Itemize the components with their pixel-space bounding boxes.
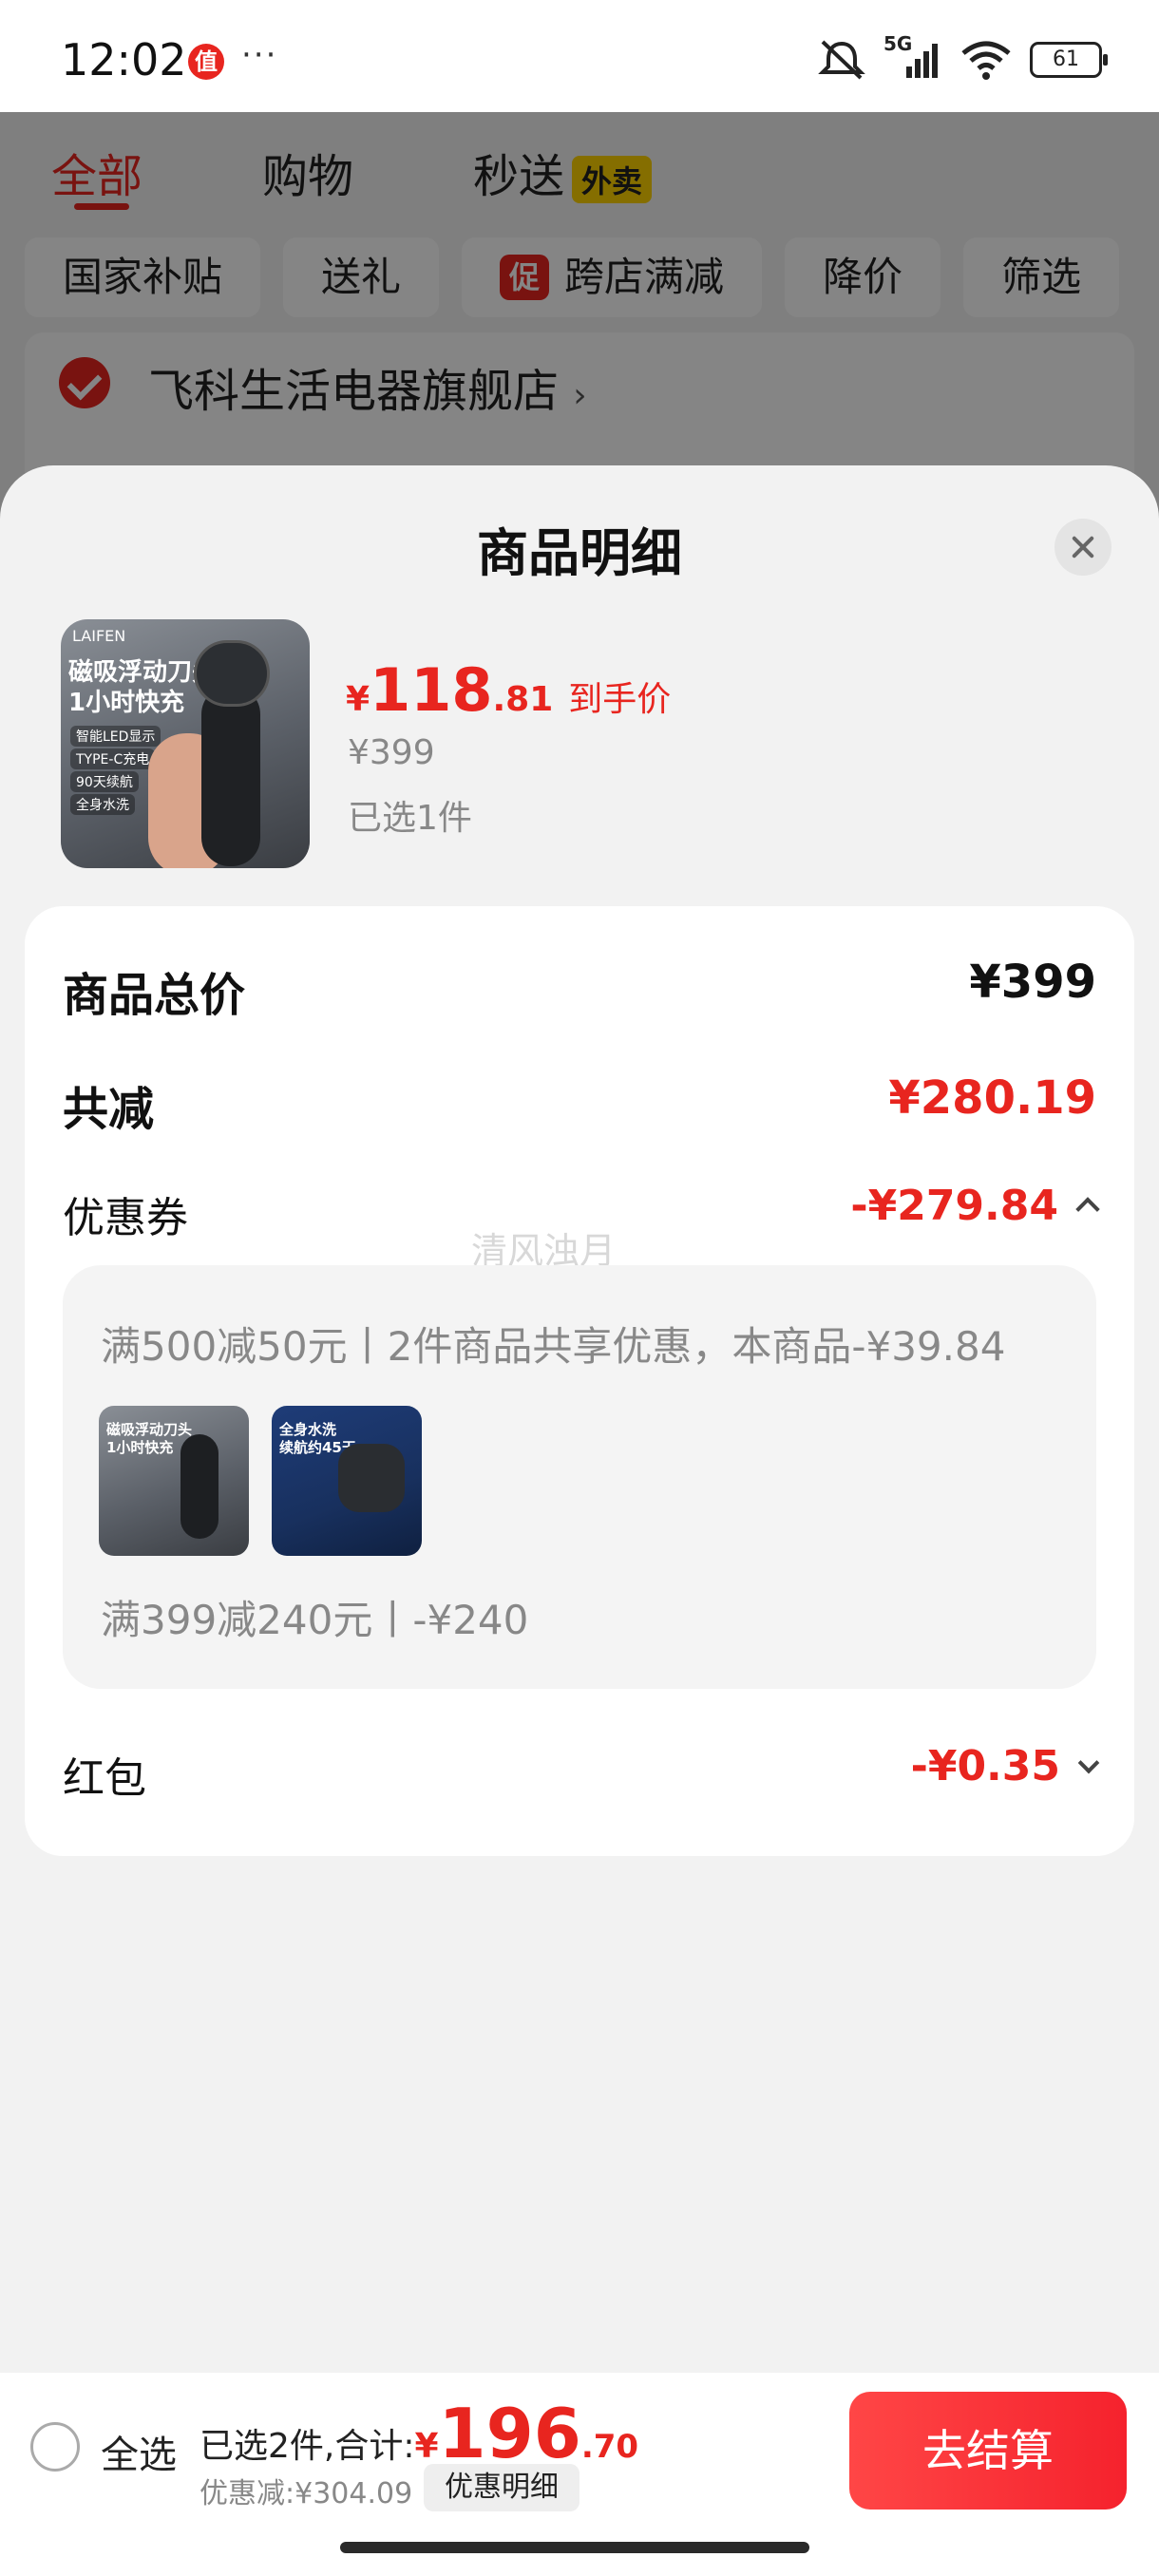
- order-total-prefix: 已选2件,合计:: [200, 2427, 415, 2466]
- product-brand: LAIFEN: [72, 627, 126, 645]
- red-packet-label: 红包: [63, 1754, 146, 1803]
- shaver-graphic: [180, 1434, 218, 1539]
- product-feature: 90天续航: [70, 771, 139, 792]
- product-detail-sheet: 商品明细 LAIFEN 磁吸浮动刀头 1小时快充 智能LED显示 TYPE-C充…: [0, 465, 1159, 2365]
- home-indicator[interactable]: [340, 2542, 809, 2553]
- mini-thumb-text: 磁吸浮动刀头 1小时快充: [106, 1421, 193, 1456]
- sheet-title: 商品明细: [477, 523, 682, 583]
- original-price: ¥399: [348, 733, 435, 772]
- signal-icon: 5G: [884, 32, 942, 82]
- product-feature: 全身水洗: [70, 794, 135, 815]
- price-integer: 118: [370, 655, 493, 725]
- product-feature: TYPE-C充电: [70, 748, 156, 769]
- chevron-down-icon: [1077, 1752, 1100, 1774]
- coupon-details: 满500减50元丨2件商品共享优惠，本商品-¥39.84 磁吸浮动刀头 1小时快…: [63, 1265, 1096, 1689]
- shaver-graphic: [338, 1444, 405, 1512]
- order-total-decimal: .70: [580, 2428, 639, 2466]
- mute-icon: [818, 40, 865, 80]
- red-packet-toggle[interactable]: -¥0.35: [910, 1742, 1100, 1790]
- order-total: 已选2件,合计:¥196.70: [200, 2394, 638, 2473]
- app-notification-icon: 值: [188, 44, 224, 80]
- coupon-product-thumb[interactable]: 全身水洗 续航约45天: [272, 1406, 422, 1556]
- total-price-label: 商品总价: [63, 969, 246, 1022]
- coupon-rule-1: 满500减50元丨2件商品共享优惠，本商品-¥39.84: [101, 1323, 1006, 1370]
- coupon-product-thumb[interactable]: 磁吸浮动刀头 1小时快充: [99, 1406, 249, 1556]
- final-price: ¥118.81 到手价: [346, 655, 671, 725]
- total-price-value: ¥399: [969, 956, 1096, 1009]
- wifi-icon: [961, 41, 1011, 80]
- product-feature: 智能LED显示: [70, 726, 162, 747]
- discount-detail-button[interactable]: 优惠明细: [424, 2464, 580, 2511]
- select-all-checkbox[interactable]: [30, 2422, 80, 2472]
- select-all-label[interactable]: 全选: [101, 2424, 177, 2479]
- price-tag: 到手价: [568, 680, 672, 719]
- status-time: 12:02: [61, 34, 187, 85]
- more-notifications-icon: ···: [241, 36, 278, 74]
- red-packet-value: -¥0.35: [910, 1742, 1060, 1790]
- close-button[interactable]: [1054, 519, 1112, 576]
- checkout-button[interactable]: 去结算: [849, 2392, 1127, 2510]
- price-decimal: .81: [492, 680, 554, 719]
- coupon-label: 优惠券: [63, 1194, 188, 1242]
- coupon-toggle[interactable]: -¥279.84: [850, 1182, 1100, 1230]
- shaver-head-graphic: [194, 640, 270, 707]
- total-discount-value: ¥280.19: [888, 1071, 1096, 1125]
- status-icons: 5G 61: [817, 32, 1108, 84]
- coupon-rule-2: 满399减240元丨-¥240: [101, 1597, 529, 1643]
- discount-summary: 优惠减:¥304.09: [200, 2477, 413, 2510]
- order-total-symbol: ¥: [414, 2427, 439, 2466]
- product-image[interactable]: LAIFEN 磁吸浮动刀头 1小时快充 智能LED显示 TYPE-C充电 90天…: [61, 619, 310, 868]
- price-symbol: ¥: [346, 680, 370, 719]
- selected-count: 已选1件: [348, 799, 472, 838]
- coupon-value: -¥279.84: [850, 1182, 1058, 1230]
- status-bar: 12:02 值 ··· 5G 61: [0, 0, 1159, 112]
- price-breakdown-card: 商品总价 ¥399 共减 ¥280.19 优惠券 -¥279.84 清风浊月 满…: [25, 906, 1134, 1856]
- total-discount-label: 共减: [63, 1083, 155, 1136]
- battery-icon: 61: [1030, 42, 1108, 78]
- shaver-graphic: [201, 686, 260, 866]
- checkout-bar: 全选 已选2件,合计:¥196.70 优惠减:¥304.09 优惠明细 去结算: [0, 2373, 1159, 2576]
- chevron-up-icon: [1075, 1197, 1100, 1222]
- order-total-integer: 196: [438, 2394, 581, 2473]
